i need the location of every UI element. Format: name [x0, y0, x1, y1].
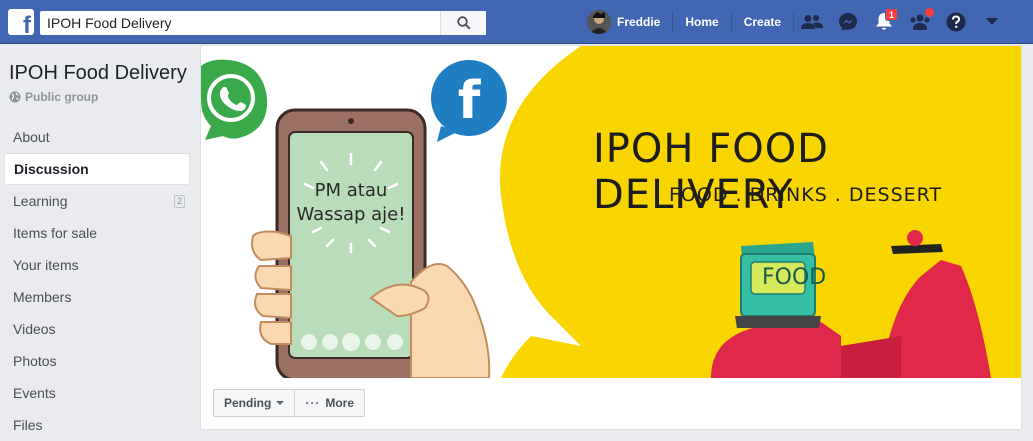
group-main-panel: f IPOH FOOD DELIVERY FOOD . DRINKS . DES… — [200, 45, 1022, 430]
group-action-buttons: Pending ··· More — [213, 389, 366, 417]
sidebar-item-photos[interactable]: Photos — [4, 345, 190, 377]
cover-photo[interactable]: f IPOH FOOD DELIVERY FOOD . DRINKS . DES… — [201, 46, 1021, 378]
food-box-label: FOOD — [762, 265, 827, 290]
sidebar-item-files[interactable]: Files — [4, 409, 190, 441]
search-icon — [456, 16, 471, 30]
groups-alert-dot — [925, 8, 935, 17]
phone-message: PM atau Wassap aje! — [289, 179, 413, 227]
chevron-down-icon — [276, 401, 285, 405]
profile-link[interactable]: Freddie — [585, 0, 672, 44]
group-privacy-label: Public group — [9, 90, 98, 104]
account-menu-button[interactable] — [974, 0, 1010, 44]
globe-icon — [9, 91, 21, 103]
notifications-button[interactable]: 1 — [866, 0, 902, 44]
sidebar-item-about[interactable]: About — [4, 121, 190, 153]
cover-subtitle: FOOD . DRINKS . DESSERT — [669, 184, 943, 206]
sidebar-item-events[interactable]: Events — [4, 377, 190, 409]
sidebar-item-members[interactable]: Members — [4, 281, 190, 313]
search-button[interactable] — [440, 11, 486, 35]
avatar — [587, 10, 611, 34]
top-navigation-bar: f Freddie Home Create 1 — [0, 0, 1033, 44]
phone-message-line-2: Wassap aje! — [296, 204, 406, 225]
search-bar — [40, 11, 486, 35]
more-button[interactable]: ··· More — [295, 389, 366, 417]
create-link[interactable]: Create — [732, 0, 793, 44]
friend-requests-icon — [801, 15, 824, 29]
group-nav-list: About Discussion Learning 2 Items for sal… — [4, 121, 190, 441]
facebook-logo-icon[interactable]: f — [8, 9, 34, 35]
learning-count-badge: 2 — [173, 194, 185, 208]
sidebar-item-items-for-sale[interactable]: Items for sale — [4, 217, 190, 249]
help-button[interactable] — [938, 0, 974, 44]
group-name[interactable]: IPOH Food Delivery — [9, 62, 187, 85]
sidebar-item-learning[interactable]: Learning 2 — [4, 185, 190, 217]
groups-button[interactable] — [902, 0, 938, 44]
pending-button[interactable]: Pending — [213, 389, 296, 417]
phone-illustration — [275, 108, 427, 378]
user-name: Freddie — [617, 15, 661, 29]
sidebar-item-your-items[interactable]: Your items — [4, 249, 190, 281]
messenger-icon — [839, 13, 858, 31]
search-input[interactable] — [40, 11, 440, 35]
svg-text:f: f — [458, 71, 482, 131]
notifications-badge: 1 — [885, 8, 899, 21]
more-dots-icon: ··· — [305, 396, 321, 410]
group-sidebar: IPOH Food Delivery Public group About Di… — [0, 45, 196, 441]
chevron-down-icon — [986, 18, 999, 25]
top-nav-right: Freddie Home Create 1 — [585, 0, 1010, 44]
sidebar-item-discussion[interactable]: Discussion — [4, 153, 190, 185]
phone-message-line-1: PM atau — [314, 180, 388, 201]
home-link[interactable]: Home — [673, 0, 730, 44]
friend-requests-button[interactable] — [794, 0, 830, 44]
help-icon — [946, 12, 966, 32]
sidebar-item-videos[interactable]: Videos — [4, 313, 190, 345]
messenger-button[interactable] — [830, 0, 866, 44]
